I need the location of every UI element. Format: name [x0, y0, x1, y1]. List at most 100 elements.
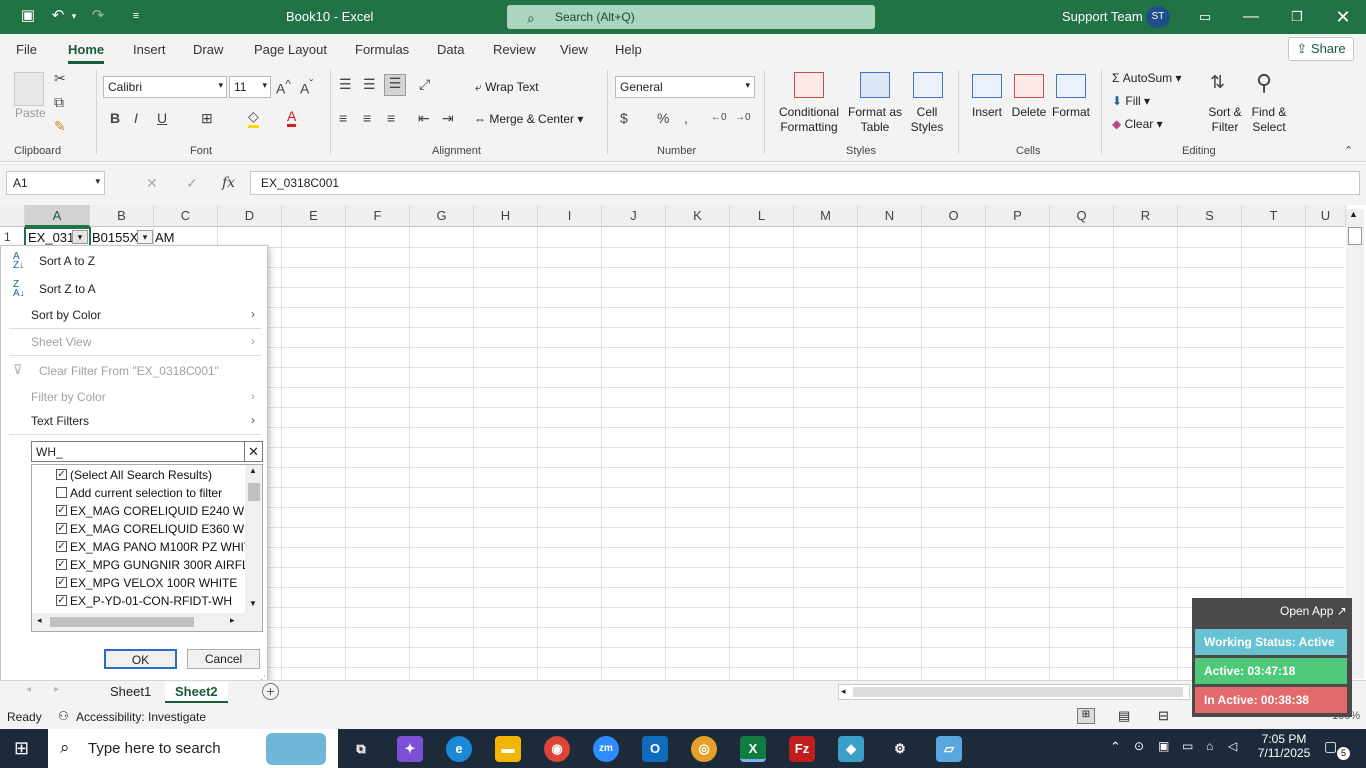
save-icon[interactable]: ▣ [18, 6, 38, 26]
row-header-1[interactable]: 1 [4, 230, 11, 244]
prev-sheet-icon[interactable]: ◂ [26, 684, 31, 695]
edge-icon[interactable]: e [446, 736, 472, 762]
name-box[interactable]: A1 ▾ [6, 171, 105, 195]
checkbox-add-selection[interactable] [56, 487, 67, 498]
select-all-corner[interactable] [0, 205, 25, 227]
page-break-view-icon[interactable]: ⊟ [1158, 708, 1169, 724]
cell-b1[interactable]: B0155X [92, 230, 138, 245]
format-as-table-button[interactable]: Format as Table [846, 105, 904, 135]
volume-icon[interactable]: ◁ [1228, 739, 1237, 753]
sort-filter-button[interactable]: Sort & Filter [1202, 105, 1248, 135]
restore-icon[interactable]: ❐ [1274, 0, 1320, 34]
find-select-button[interactable]: Find & Select [1244, 105, 1294, 135]
decrease-indent-icon[interactable]: ⇤ [418, 110, 430, 127]
scroll-up-icon[interactable]: ▲ [1349, 209, 1358, 219]
column-header-r[interactable]: R [1114, 205, 1178, 227]
italic-icon[interactable]: I [134, 110, 138, 126]
column-header-e[interactable]: E [282, 205, 346, 227]
sheet-tab-sheet1[interactable]: Sheet1 [100, 681, 161, 703]
share-button[interactable]: ⇪ Share [1288, 37, 1354, 61]
tab-insert[interactable]: Insert [133, 42, 166, 57]
column-header-j[interactable]: J [602, 205, 666, 227]
sort-by-color[interactable]: Sort by Color [31, 308, 101, 322]
sort-a-to-z[interactable]: Sort A to Z [39, 254, 95, 268]
wrap-text-button[interactable]: ⤶ Wrap Text [475, 80, 539, 95]
column-header-g[interactable]: G [410, 205, 474, 227]
column-header-a[interactable]: A [25, 205, 90, 227]
file-explorer-icon[interactable]: ▬ [495, 736, 521, 762]
column-header-s[interactable]: S [1178, 205, 1242, 227]
conditional-formatting-button[interactable]: Conditional Formatting [776, 105, 842, 135]
cell-styles-button[interactable]: Cell Styles [904, 105, 950, 135]
scroll-down-icon[interactable]: ▼ [249, 599, 257, 608]
add-sheet-icon[interactable]: + [262, 683, 279, 700]
align-bottom-icon[interactable]: ☰ [384, 74, 406, 96]
tab-view[interactable]: View [560, 42, 588, 57]
tab-home[interactable]: Home [68, 42, 105, 64]
column-header-i[interactable]: I [538, 205, 602, 227]
column-header-l[interactable]: L [730, 205, 794, 227]
paste-icon[interactable] [14, 72, 44, 106]
column-header-t[interactable]: T [1242, 205, 1306, 227]
settings-icon[interactable]: ⚙ [887, 736, 913, 762]
checkbox-select-all[interactable]: ✓ [56, 469, 67, 480]
conditional-formatting-icon[interactable] [794, 72, 824, 98]
insert-cells-icon[interactable] [972, 74, 1002, 98]
collapse-ribbon-icon[interactable]: ⌃ [1344, 144, 1353, 157]
excel-icon[interactable]: X [740, 736, 766, 762]
tab-data[interactable]: Data [437, 42, 464, 57]
avatar[interactable]: ST [1146, 6, 1170, 28]
tab-help[interactable]: Help [615, 42, 642, 57]
checkbox-item[interactable]: ✓ [56, 505, 67, 516]
cancel-icon[interactable]: ✕ [146, 175, 158, 192]
scroll-up-icon[interactable]: ▲ [249, 466, 257, 475]
list-item[interactable]: EX_MPG GUNGNIR 300R AIRFLOW [70, 558, 246, 572]
column-header-p[interactable]: P [986, 205, 1050, 227]
app-icon[interactable]: ◆ [838, 736, 864, 762]
redo-icon[interactable]: ↷ [88, 6, 108, 26]
display-icon[interactable]: ▣ [1158, 739, 1169, 753]
list-item[interactable]: (Select All Search Results) [70, 468, 246, 482]
delete-button[interactable]: Delete [1008, 105, 1050, 120]
column-header-f[interactable]: F [346, 205, 410, 227]
scroll-thumb[interactable] [50, 617, 194, 627]
minimize-icon[interactable]: — [1228, 0, 1274, 34]
list-item[interactable]: EX_MAG PANO M100R PZ WHITE [70, 540, 246, 554]
column-header-k[interactable]: K [666, 205, 730, 227]
increase-decimal-icon[interactable]: ←0 [711, 112, 727, 123]
list-vertical-scrollbar[interactable]: ▲ ▼ [245, 465, 262, 613]
filter-dropdown-icon[interactable]: ▾ [72, 230, 88, 244]
currency-icon[interactable]: $ [620, 110, 628, 126]
cell-a1[interactable]: EX_031 [28, 230, 74, 245]
bold-icon[interactable]: B [110, 110, 120, 126]
column-header-o[interactable]: O [922, 205, 986, 227]
windows-start-icon[interactable]: ⊞ [14, 738, 29, 759]
scroll-thumb[interactable] [248, 483, 260, 501]
fill-color-icon[interactable]: ◇ [248, 108, 259, 128]
font-name-select[interactable]: Calibri ▾ [103, 76, 227, 98]
list-item[interactable]: EX_P-YD-01-CON-RFIDT-WH [70, 594, 246, 608]
borders-icon[interactable]: ⊞ [201, 110, 213, 127]
filter-search-input[interactable]: WH_ [31, 441, 245, 462]
column-header-u[interactable]: U [1306, 205, 1346, 227]
font-color-icon[interactable]: A [287, 108, 297, 127]
tab-page-layout[interactable]: Page Layout [254, 42, 327, 57]
underline-icon[interactable]: U [157, 110, 167, 126]
column-header-d[interactable]: D [218, 205, 282, 227]
format-painter-icon[interactable]: ✎ [54, 118, 66, 135]
sort-z-to-a[interactable]: Sort Z to A [39, 282, 96, 296]
page-layout-view-icon[interactable]: ▤ [1118, 708, 1130, 724]
format-button[interactable]: Format [1050, 105, 1092, 120]
horizontal-scrollbar[interactable]: ◂ [838, 684, 1190, 700]
filter-dropdown-icon[interactable]: ▾ [137, 230, 153, 244]
undo-dropdown-icon[interactable]: ▾ [64, 6, 84, 26]
decrease-font-icon[interactable]: Aˇ [300, 78, 313, 97]
percent-icon[interactable]: % [657, 110, 669, 126]
list-horizontal-scrollbar[interactable]: ◂ ▸ [32, 613, 262, 631]
text-filters[interactable]: Text Filters [31, 414, 89, 428]
normal-view-icon[interactable]: ⊞ [1077, 708, 1095, 724]
list-item[interactable]: Add current selection to filter [70, 486, 246, 500]
scroll-thumb[interactable] [853, 687, 1183, 697]
delete-cells-icon[interactable] [1014, 74, 1044, 98]
cut-icon[interactable]: ✂ [54, 70, 66, 87]
